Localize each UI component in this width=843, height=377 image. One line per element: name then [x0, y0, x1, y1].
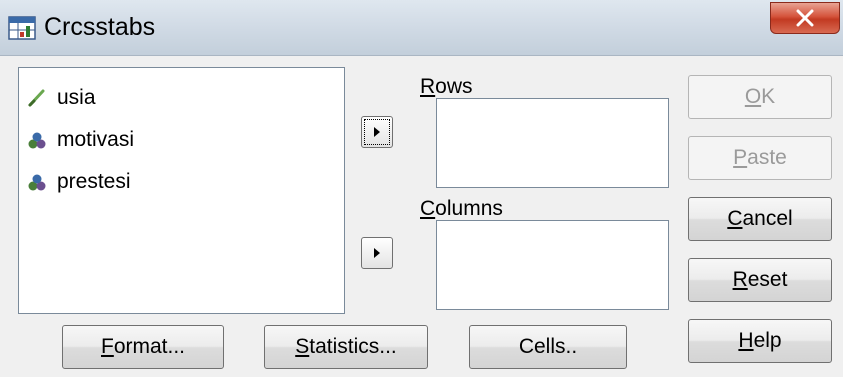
move-to-columns-button[interactable] [361, 237, 393, 269]
rows-list[interactable] [436, 98, 669, 188]
close-button[interactable] [770, 2, 840, 34]
statistics-button[interactable]: Statistics... [264, 325, 428, 369]
title-bar: Crcsstabs [0, 0, 843, 56]
ordinal-variable-icon [28, 132, 46, 149]
columns-list[interactable] [436, 220, 669, 310]
crosstabs-app-icon [8, 16, 36, 40]
list-item[interactable]: motivasi [27, 124, 134, 156]
right-arrow-icon [374, 127, 380, 137]
variable-label: usia [57, 86, 96, 109]
format-button[interactable]: Format... [62, 325, 224, 369]
columns-label: Columns [420, 197, 503, 220]
scale-variable-icon [28, 89, 45, 107]
move-to-rows-button[interactable] [361, 116, 393, 148]
list-item[interactable]: usia [27, 82, 96, 114]
close-icon [796, 9, 814, 27]
cells-button[interactable]: Cells.. [469, 325, 627, 369]
source-variable-list[interactable]: usia motivasi prestesi [18, 67, 345, 314]
variable-label: prestesi [57, 170, 131, 193]
help-button[interactable]: Help [688, 319, 832, 363]
window-title: Crcsstabs [44, 13, 156, 41]
cancel-button[interactable]: Cancel [688, 197, 832, 241]
paste-button[interactable]: Paste [688, 136, 832, 180]
right-arrow-icon [374, 248, 380, 258]
variable-label: motivasi [57, 128, 135, 151]
ok-button[interactable]: OK [688, 75, 832, 119]
ordinal-variable-icon [28, 174, 46, 191]
reset-button[interactable]: Reset [688, 258, 832, 302]
rows-label: Rows [420, 75, 473, 98]
list-item[interactable]: prestesi [27, 166, 131, 198]
